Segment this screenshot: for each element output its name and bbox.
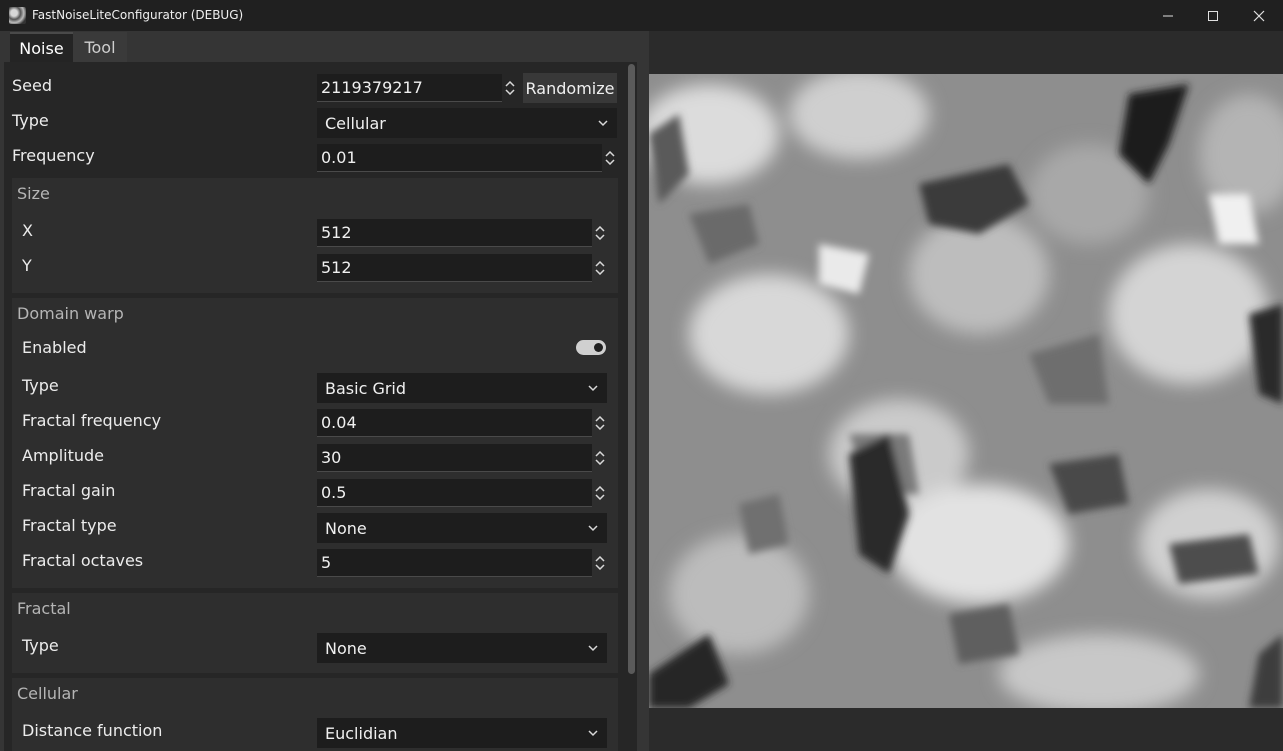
- fractal-gain-input[interactable]: 0.5: [317, 479, 592, 507]
- minimize-button[interactable]: [1145, 0, 1191, 31]
- domain-warp-enabled-label: Enabled: [22, 338, 87, 357]
- title-bar: FastNoiseLiteConfigurator (DEBUG): [0, 0, 1283, 31]
- fractal-gain-label: Fractal gain: [22, 481, 116, 500]
- size-y-label: Y: [22, 256, 32, 275]
- up-down-arrows-icon: [595, 416, 605, 430]
- toggle-knob: [594, 343, 603, 352]
- chevron-down-icon: [588, 525, 598, 532]
- distance-function-select[interactable]: Euclidian: [317, 718, 607, 748]
- chevron-down-icon: [588, 645, 598, 652]
- seed-input[interactable]: 2119379217: [317, 74, 502, 102]
- domain-warp-group-title: Domain warp: [17, 304, 124, 323]
- fractal-octaves-spinner[interactable]: [592, 549, 608, 577]
- fractal-frequency-label: Fractal frequency: [22, 411, 162, 430]
- chevron-down-icon: [588, 385, 598, 392]
- window-title: FastNoiseLiteConfigurator (DEBUG): [32, 8, 244, 22]
- cellular-group-title: Cellular: [17, 684, 78, 703]
- minimize-icon: [1163, 15, 1173, 16]
- noise-app-icon: [9, 7, 26, 24]
- seed-spinner[interactable]: [502, 74, 518, 102]
- fractal-group-type-label: Type: [22, 636, 59, 655]
- noise-preview-image: [649, 74, 1283, 708]
- randomize-button[interactable]: Randomize: [523, 73, 617, 103]
- distance-function-label: Distance function: [22, 721, 163, 740]
- size-y-input[interactable]: 512: [317, 254, 592, 282]
- fractal-group-type-value: None: [325, 638, 367, 658]
- close-icon: [1253, 10, 1265, 21]
- up-down-arrows-icon: [595, 451, 605, 465]
- fractal-frequency-input[interactable]: 0.04: [317, 409, 592, 437]
- fractal-type-label: Fractal type: [22, 516, 117, 535]
- domain-warp-type-value: Basic Grid: [325, 378, 407, 398]
- close-button[interactable]: [1236, 0, 1282, 31]
- frequency-input[interactable]: 0.01: [317, 144, 602, 172]
- size-x-label: X: [22, 221, 33, 240]
- seed-label: Seed: [12, 76, 52, 95]
- up-down-arrows-icon: [595, 226, 605, 240]
- up-down-arrows-icon: [605, 151, 615, 165]
- chevron-down-icon: [588, 730, 598, 737]
- noise-texture: [649, 74, 1283, 708]
- fractal-octaves-label: Fractal octaves: [22, 551, 144, 570]
- frequency-spinner[interactable]: [602, 144, 618, 172]
- noise-type-select[interactable]: Cellular: [317, 108, 617, 138]
- noise-type-value: Cellular: [325, 113, 386, 133]
- maximize-button[interactable]: [1190, 0, 1236, 31]
- type-label: Type: [12, 111, 49, 130]
- fractal-frequency-spinner[interactable]: [592, 409, 608, 437]
- amplitude-input[interactable]: 30: [317, 444, 592, 472]
- frequency-label: Frequency: [12, 146, 95, 165]
- size-group-title: Size: [17, 184, 50, 203]
- domain-warp-group: [12, 298, 618, 588]
- distance-function-value: Euclidian: [325, 723, 398, 743]
- fractal-group-type-select[interactable]: None: [317, 633, 607, 663]
- up-down-arrows-icon: [595, 556, 605, 570]
- maximize-icon: [1208, 10, 1218, 21]
- up-down-arrows-icon: [595, 486, 605, 500]
- tab-tool[interactable]: Tool: [73, 32, 127, 62]
- up-down-arrows-icon: [595, 261, 605, 275]
- domain-warp-type-label: Type: [22, 376, 59, 395]
- fractal-type-select[interactable]: None: [317, 513, 607, 543]
- size-y-spinner[interactable]: [592, 254, 608, 282]
- amplitude-spinner[interactable]: [592, 444, 608, 472]
- fractal-gain-spinner[interactable]: [592, 479, 608, 507]
- up-down-arrows-icon: [505, 81, 515, 95]
- scrollbar-thumb[interactable]: [628, 64, 635, 674]
- fractal-octaves-input[interactable]: 5: [317, 549, 592, 577]
- fractal-type-value: None: [325, 518, 367, 538]
- tab-noise[interactable]: Noise: [10, 32, 73, 62]
- amplitude-label: Amplitude: [22, 446, 104, 465]
- fractal-group-title: Fractal: [17, 599, 71, 618]
- size-x-spinner[interactable]: [592, 219, 608, 247]
- chevron-down-icon: [598, 120, 608, 127]
- size-x-input[interactable]: 512: [317, 219, 592, 247]
- domain-warp-type-select[interactable]: Basic Grid: [317, 373, 607, 403]
- domain-warp-enabled-toggle[interactable]: [576, 340, 606, 355]
